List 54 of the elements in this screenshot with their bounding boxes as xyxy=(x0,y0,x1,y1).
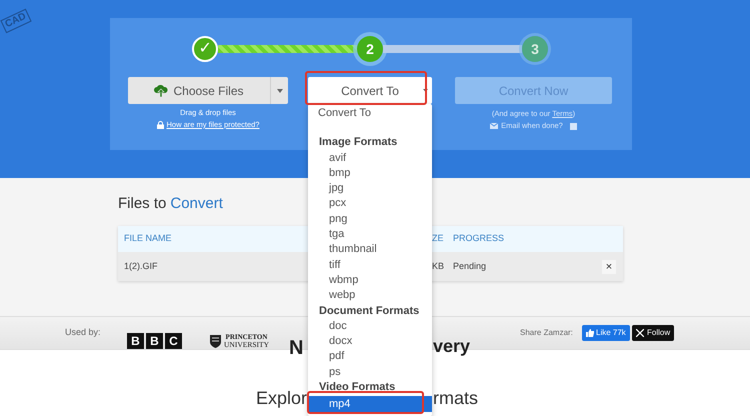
dropdown-option[interactable]: docx xyxy=(308,334,432,350)
dropdown-option[interactable]: Convert To xyxy=(308,106,432,122)
used-by-label: Used by: xyxy=(65,326,101,340)
dropdown-option[interactable]: ps xyxy=(308,364,432,380)
caret-icon xyxy=(276,88,282,92)
cloud-upload-icon xyxy=(154,84,168,96)
dropdown-option[interactable]: mp4 xyxy=(308,396,432,412)
column-header: FILE NAME xyxy=(124,233,172,244)
logo-text: N xyxy=(289,336,304,361)
option-group-label: Document Formats xyxy=(318,304,420,319)
table-cell: Pending xyxy=(453,260,486,271)
caret-icon xyxy=(423,89,428,92)
dropdown-option[interactable]: webp xyxy=(308,288,432,304)
logo-letter: C xyxy=(165,333,182,349)
step-indicator: ✓ xyxy=(192,36,218,62)
section-title-accent: Convert xyxy=(170,194,223,214)
shield-icon xyxy=(210,334,221,348)
table-cell: KB xyxy=(432,260,444,271)
like-button[interactable]: Like 77k xyxy=(582,325,630,341)
column-header: PROGRESS xyxy=(453,233,504,244)
x-logo-icon xyxy=(636,329,644,337)
dropdown-option[interactable]: thumbnail xyxy=(308,242,432,258)
lock-icon xyxy=(156,121,164,129)
dropdown-option[interactable]: avif xyxy=(308,150,432,166)
dropdown-option[interactable]: wbmp xyxy=(308,272,432,288)
logo-letter: B xyxy=(146,333,163,349)
thumbs-up-icon xyxy=(586,329,594,337)
column-header: ZE xyxy=(432,233,444,244)
section-title: Files to xyxy=(118,194,166,214)
dropdown-option[interactable]: tga xyxy=(308,227,432,242)
dropdown-option[interactable]: bmp xyxy=(308,166,432,182)
dropdown-option[interactable]: pcx xyxy=(308,196,432,212)
logo-letter: B xyxy=(127,333,144,349)
dropdown-option[interactable]: pdf xyxy=(308,349,432,365)
dropdown-option[interactable]: png xyxy=(308,212,432,228)
dropdown-option[interactable]: doc xyxy=(308,318,432,334)
dropdown-option[interactable]: tiff xyxy=(308,258,432,273)
remove-button[interactable]: × xyxy=(602,260,616,274)
step-indicator: 3 xyxy=(522,36,548,62)
envelope-icon xyxy=(490,123,498,129)
logo-text: very xyxy=(433,335,470,358)
convert-to-select[interactable]: Convert To xyxy=(308,77,432,104)
option-group-label: Video Formats xyxy=(318,380,396,396)
step-indicator: 2 xyxy=(357,36,383,62)
explore-heading-start: Explor xyxy=(256,387,307,410)
doodle-text: CAD xyxy=(0,8,32,34)
choose-files-menu-button[interactable] xyxy=(270,77,288,104)
explore-heading-end: rmats xyxy=(433,387,478,410)
choose-files-button[interactable]: Choose Files xyxy=(128,77,270,104)
table-cell: 1(2).GIF xyxy=(124,260,158,271)
dropdown-option[interactable]: jpg xyxy=(308,181,432,196)
follow-button[interactable]: Follow xyxy=(632,325,674,341)
share-label: Share Zamzar: xyxy=(520,327,573,339)
option-group-label: Image Formats xyxy=(318,135,398,150)
